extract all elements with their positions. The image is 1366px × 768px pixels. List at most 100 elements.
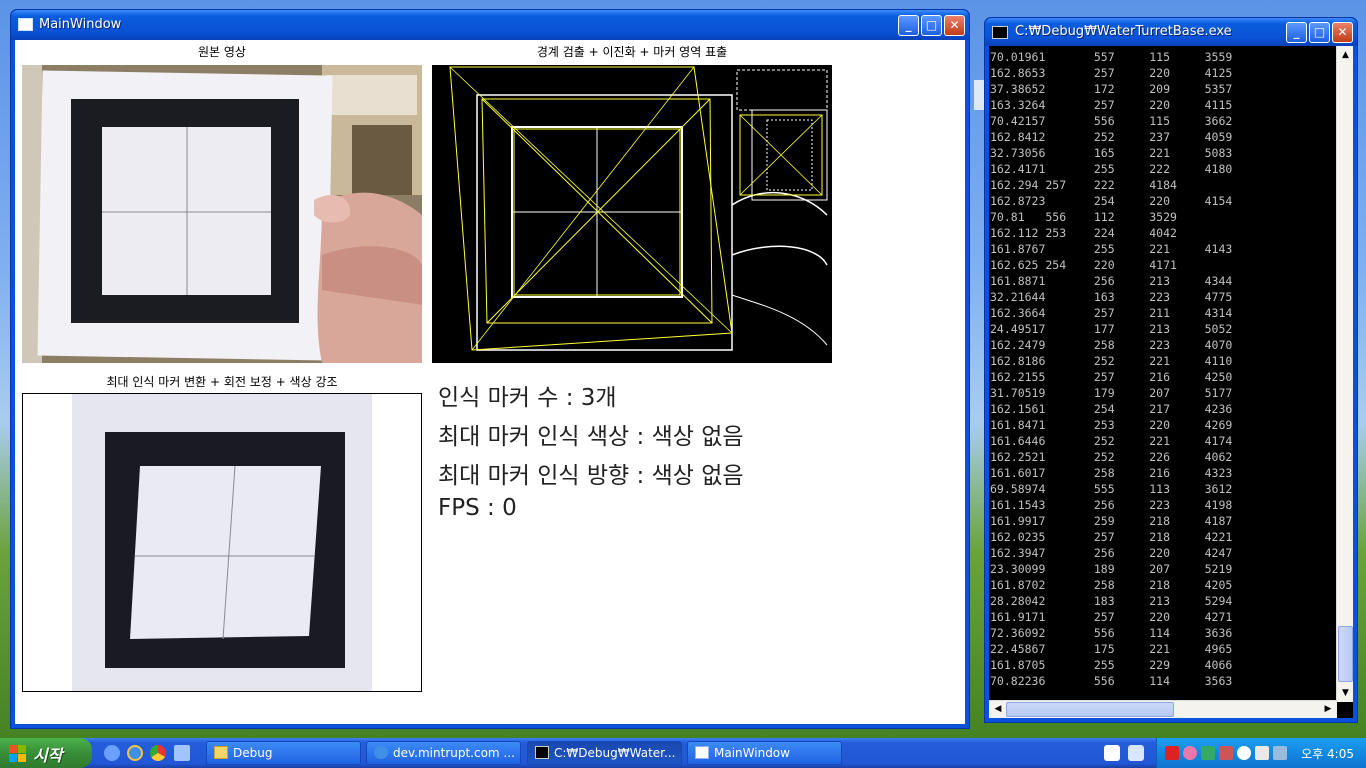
main-window-title: MainWindow: [39, 17, 122, 32]
folder-icon: [214, 746, 228, 759]
volume-icon[interactable]: [1219, 746, 1233, 760]
console-line: 70.81 556 112 3529: [990, 210, 1177, 224]
console-line: 161.8871 256 213 4344: [990, 274, 1233, 288]
console-line: 161.6446 252 221 4174: [990, 434, 1233, 448]
source-video-image: [22, 65, 422, 363]
vertical-scroll-thumb[interactable]: [1338, 626, 1353, 682]
start-label: 시작: [33, 746, 63, 765]
maximize-button[interactable]: □: [921, 15, 942, 36]
console-line: 161.9917 259 218 4187: [990, 514, 1233, 528]
source-video-label: 원본 영상: [198, 45, 246, 59]
quicklaunch-arrow-icon[interactable]: [174, 745, 190, 761]
scroll-left-icon[interactable]: ◀: [990, 702, 1006, 717]
window-icon: [18, 18, 33, 31]
console-line: 69.58974 555 113 3612: [990, 482, 1233, 496]
warped-marker-view: [22, 393, 422, 692]
minimize-button[interactable]: _: [898, 15, 919, 36]
console-vertical-scrollbar[interactable]: ▲ ▼: [1336, 46, 1353, 702]
antivirus-icon[interactable]: [1165, 746, 1179, 760]
console-title: C:₩Debug₩WaterTurretBase.exe: [1015, 24, 1232, 39]
console-line: 162.8186 252 221 4110: [990, 354, 1233, 368]
console-line: 162.2521 252 226 4062: [990, 450, 1233, 464]
horizontal-scroll-thumb[interactable]: [1006, 702, 1174, 717]
scroll-right-icon[interactable]: ▶: [1320, 702, 1336, 717]
task-console[interactable]: C:₩Debug₩Water...: [527, 741, 682, 765]
edge-detection-label: 경계 검출 + 이진화 + 마커 영역 표출: [536, 45, 728, 59]
help-icon[interactable]: [1104, 745, 1120, 761]
console-line: 32.73056 165 221 5083: [990, 146, 1233, 160]
warp-view-label: 최대 인식 마커 변환 + 회전 보정 + 색상 강조: [106, 375, 338, 389]
console-line: 162.4171 255 222 4180: [990, 162, 1233, 176]
main-window-titlebar[interactable]: MainWindow _ □ ✕: [11, 10, 969, 40]
console-line: 162.2479 258 223 4070: [990, 338, 1233, 352]
console-line: 162.625 254 220 4171: [990, 258, 1177, 272]
quicklaunch-ie-icon[interactable]: [127, 745, 143, 761]
ie-icon: [374, 746, 388, 759]
console-output: 70.01961 557 115 3559 162.8653 257 220 41…: [989, 46, 1337, 702]
network-icon[interactable]: [1183, 746, 1197, 760]
console-horizontal-scrollbar[interactable]: ◀ ▶: [989, 700, 1337, 718]
console-line: 161.8705 255 229 4066: [990, 658, 1233, 672]
console-line: 161.8767 255 221 4143: [990, 242, 1233, 256]
console-line: 162.0235 257 218 4221: [990, 530, 1233, 544]
quicklaunch-desktop-icon[interactable]: [104, 745, 120, 761]
console-line: 31.70519 179 207 5177: [990, 386, 1233, 400]
console-client: 70.01961 557 115 3559 162.8653 257 220 41…: [989, 46, 1353, 718]
quicklaunch-chrome-icon[interactable]: [150, 745, 166, 761]
console-line: 32.21644 163 223 4775: [990, 290, 1233, 304]
messenger-icon[interactable]: [1237, 746, 1251, 760]
console-line: 163.3264 257 220 4115: [990, 98, 1233, 112]
desktop-window-edge: [974, 80, 984, 110]
security-icon[interactable]: [1201, 746, 1215, 760]
windows-flag-icon: [9, 745, 26, 762]
marker-direction-text: 최대 마커 인식 방향 : 색상 없음: [438, 463, 744, 489]
console-line: 24.49517 177 213 5052: [990, 322, 1233, 336]
system-tray: 오후 4:05: [1156, 738, 1366, 768]
console-line: 22.45867 175 221 4965: [990, 642, 1233, 656]
camera-icon[interactable]: [1273, 746, 1287, 760]
console-maximize-button[interactable]: □: [1309, 22, 1330, 43]
console-window: C:₩Debug₩WaterTurretBase.exe _ □ ✕ 70.01…: [984, 17, 1358, 723]
console-line: 72.36092 556 114 3636: [990, 626, 1233, 640]
start-button[interactable]: 시작: [0, 738, 92, 768]
close-button[interactable]: ✕: [944, 15, 965, 36]
task-label: MainWindow: [714, 746, 790, 760]
console-line: 161.1543 256 223 4198: [990, 498, 1233, 512]
console-line: 70.42157 556 115 3662: [990, 114, 1233, 128]
window-icon: [695, 746, 709, 759]
console-icon: [535, 746, 549, 759]
console-line: 162.8723 254 220 4154: [990, 194, 1233, 208]
warped-marker-image: [23, 394, 421, 691]
task-label: C:₩Debug₩Water...: [554, 746, 676, 760]
edge-detection-view: [432, 65, 832, 363]
task-browser[interactable]: dev.mintrupt.com ...: [366, 741, 521, 765]
task-debug-folder[interactable]: Debug: [206, 741, 361, 765]
console-line: 162.8412 252 237 4059: [990, 130, 1233, 144]
console-minimize-button[interactable]: _: [1286, 22, 1307, 43]
console-line: 70.01961 557 115 3559: [990, 50, 1233, 64]
console-line: 161.9171 257 220 4271: [990, 610, 1233, 624]
console-close-button[interactable]: ✕: [1332, 22, 1353, 43]
main-window-client: 원본 영상 경계 검출 + 이진화 + 마커 영역 표출 최대 인식 마커 변환…: [15, 40, 965, 724]
scroll-up-icon[interactable]: ▲: [1338, 47, 1353, 63]
console-line: 162.112 253 224 4042: [990, 226, 1177, 240]
console-line: 23.30099 189 207 5219: [990, 562, 1233, 576]
tray-app-icon[interactable]: [1255, 746, 1269, 760]
taskbar: 시작 Debug dev.mintrupt.com ... C:₩Debug₩W…: [0, 738, 1366, 768]
marker-count-text: 인식 마커 수 : 3개: [438, 385, 617, 411]
source-video-view: [22, 65, 422, 363]
console-line: 162.3947 256 220 4247: [990, 546, 1233, 560]
clock: 오후 4:05: [1301, 747, 1354, 761]
main-window: MainWindow _ □ ✕ 원본 영상 경계 검출 + 이진화 + 마커 …: [10, 9, 970, 729]
console-line: 70.82236 556 114 3563: [990, 674, 1233, 688]
console-titlebar[interactable]: C:₩Debug₩WaterTurretBase.exe _ □ ✕: [985, 18, 1357, 46]
scroll-down-icon[interactable]: ▼: [1338, 685, 1353, 701]
edge-detection-image: [432, 65, 832, 363]
task-label: Debug: [233, 746, 273, 760]
task-mainwindow[interactable]: MainWindow: [687, 741, 842, 765]
fps-text: FPS : 0: [438, 495, 517, 521]
console-line: 161.8702 258 218 4205: [990, 578, 1233, 592]
language-bar-icon[interactable]: [1128, 745, 1144, 761]
console-line: 28.28042 183 213 5294: [990, 594, 1233, 608]
marker-color-text: 최대 마커 인식 색상 : 색상 없음: [438, 424, 744, 450]
